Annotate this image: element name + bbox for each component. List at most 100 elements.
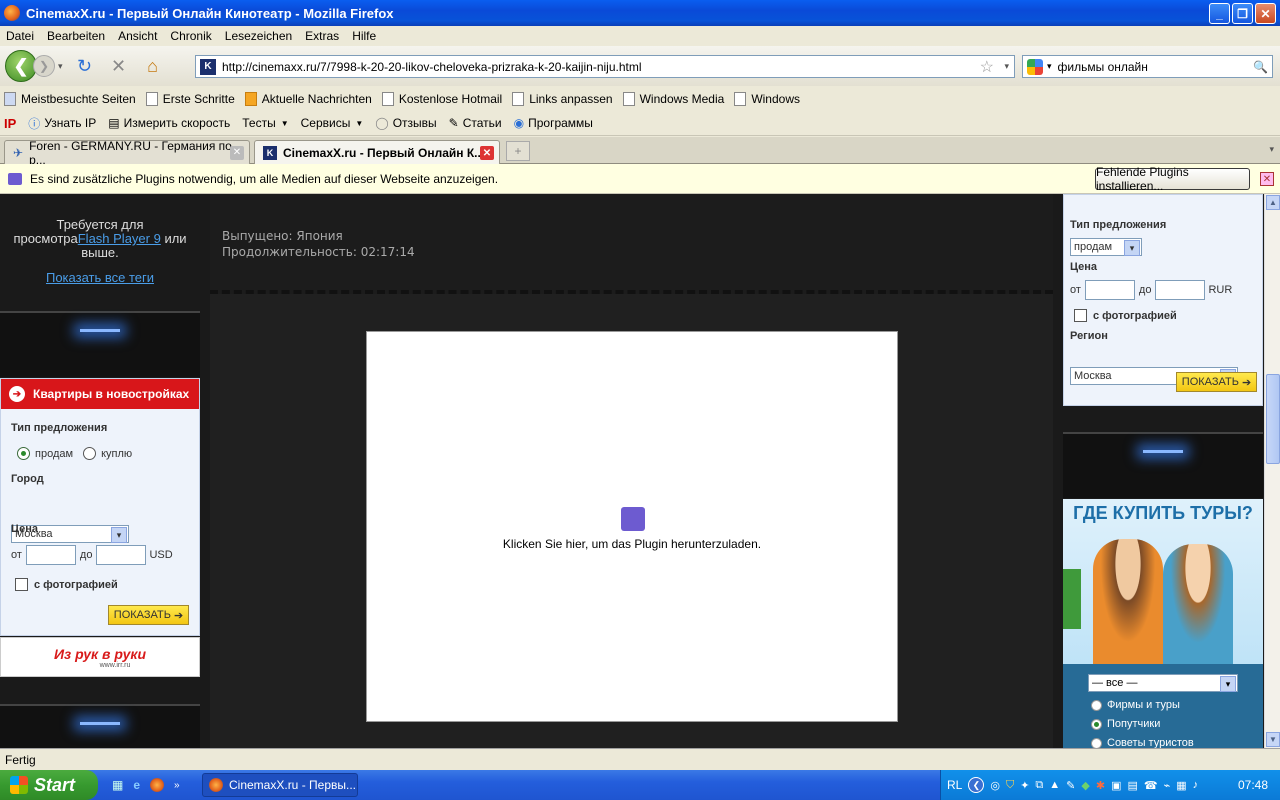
offer-type-select[interactable]: продам [1070, 238, 1142, 256]
shield-icon[interactable]: ⛉ [1006, 779, 1014, 792]
install-plugins-button[interactable]: Fehlende Plugins installieren... [1095, 165, 1250, 193]
tray-app-icon[interactable]: ⌁ [1164, 779, 1171, 792]
tray-app-icon[interactable]: ☎ [1144, 779, 1158, 792]
toolbar-item[interactable]: ⓘ Узнать IP [28, 115, 96, 132]
menu-ansicht[interactable]: Ansicht [118, 29, 157, 43]
status-bar: Fertig [0, 748, 1280, 770]
scroll-up-icon[interactable]: ▲ [1266, 195, 1280, 210]
right-photo-checkbox[interactable] [1074, 309, 1087, 322]
bookmark-item[interactable]: Meistbesuchte Seiten [4, 91, 136, 106]
price-to-input[interactable] [96, 545, 147, 565]
minimize-button[interactable]: _ [1209, 3, 1230, 24]
tab-list-icon[interactable]: ▾ [1269, 144, 1274, 155]
close-button[interactable]: ✕ [1255, 3, 1276, 24]
url-dropdown-icon[interactable]: ▾ [1004, 61, 1009, 72]
menu-bearbeiten[interactable]: Bearbeiten [47, 29, 105, 43]
reload-icon[interactable]: ↻ [73, 54, 97, 78]
tray-app-icon[interactable]: ✦ [1020, 779, 1029, 792]
tray-app-icon[interactable]: ▲ [1049, 779, 1060, 792]
forward-button[interactable]: ❯ [33, 55, 55, 77]
tab-close-icon[interactable]: ✕ [230, 145, 244, 160]
taskbar-firefox-window[interactable]: CinemaxX.ru - Первы... [202, 773, 358, 797]
menu-datei[interactable]: Datei [6, 29, 34, 43]
bookmark-item[interactable]: Kostenlose Hotmail [381, 91, 502, 106]
search-engine-dropdown-icon[interactable]: ▾ [1047, 61, 1052, 72]
firefox-quicklaunch-icon[interactable] [150, 778, 165, 792]
menu-extras[interactable]: Extras [305, 29, 339, 43]
page-scrollbar[interactable]: ▲ ▼ [1264, 194, 1280, 748]
show-desktop-icon[interactable]: ▦ [112, 778, 123, 792]
scrollbar-thumb[interactable] [1266, 374, 1280, 464]
menu-chronik[interactable]: Chronik [170, 29, 211, 43]
tray-app-icon[interactable]: ✎ [1066, 779, 1075, 792]
tray-app-icon[interactable]: ▣ [1111, 779, 1121, 792]
new-tab-button[interactable]: + [506, 141, 530, 161]
toolbar-item[interactable]: Тесты ▼ [242, 116, 288, 130]
bookmark-item[interactable]: Windows Media [622, 91, 724, 106]
show-button[interactable]: ПОКАЗАТЬ ➔ [108, 605, 189, 625]
right-price-from-input[interactable] [1084, 280, 1135, 300]
bookmark-item[interactable]: Windows [734, 91, 800, 106]
price-from-input[interactable] [25, 545, 76, 565]
tray-app-icon[interactable]: ▤ [1127, 779, 1137, 792]
radio-tips[interactable] [1091, 737, 1102, 748]
scroll-down-icon[interactable]: ▼ [1266, 732, 1280, 747]
url-bar[interactable]: K http://cinemaxx.ru/7/7998-k-20-20-liko… [195, 55, 1015, 78]
tab-germany[interactable]: ✈ Foren - GERMANY.RU - Германия по-р... … [4, 139, 250, 167]
network-icon[interactable]: ⧉ [1035, 779, 1043, 792]
show-all-tags-link[interactable]: Показать все теги [0, 270, 200, 285]
volume-icon[interactable]: ♪ [1193, 779, 1199, 792]
tab-close-icon[interactable]: ✕ [480, 146, 494, 160]
bookmark-star-icon[interactable]: ☆ [980, 57, 994, 77]
tray-app-icon[interactable]: ▦ [1176, 779, 1186, 792]
windows-taskbar: Start ▦ e » CinemaxX.ru - Первы... RL ❮ … [0, 770, 1280, 800]
tray-app-icon[interactable]: ✱ [1096, 779, 1105, 792]
toolbar-item[interactable]: ◯ Отзывы [375, 116, 436, 130]
home-icon[interactable]: ⌂ [141, 54, 165, 78]
toolbar-item[interactable]: ▤ Измерить скорость [108, 116, 230, 130]
right-price-to-input[interactable] [1155, 280, 1206, 300]
menu-lesezeichen[interactable]: Lesezeichen [225, 29, 292, 43]
language-indicator[interactable]: RL [947, 778, 962, 792]
plugin-icon [8, 172, 22, 185]
addon-toolbar: IP ⓘ Узнать IP ▤ Измерить скорость Тесты ▼ … [0, 111, 1280, 136]
plugin-placeholder[interactable]: Klicken Sie hier, um das Plugin herunter… [366, 331, 898, 722]
ie-icon[interactable]: e [133, 778, 140, 792]
photo-checkbox[interactable] [15, 578, 28, 591]
plugin-notification-bar: Es sind zusätzliche Plugins notwendig, u… [0, 164, 1280, 194]
tours-ad-banner[interactable]: ГДЕ КУПИТЬ ТУРЫ? [1063, 499, 1263, 664]
right-show-button[interactable]: ПОКАЗАТЬ ➔ [1176, 372, 1257, 392]
radio-companions[interactable] [1091, 718, 1102, 730]
bookmark-item[interactable]: Aktuelle Nachrichten [244, 91, 372, 106]
toolbar-item[interactable]: Сервисы ▼ [301, 116, 364, 130]
web-page: Требуется для просмотраFlash Player 9 ил… [0, 194, 1264, 748]
stop-icon[interactable]: ✕ [107, 54, 131, 78]
radio-buy[interactable] [83, 447, 97, 460]
toolbar-item[interactable]: ✎ Статьи [449, 116, 502, 130]
toolbar-item[interactable]: ◉ Программы [514, 116, 593, 130]
tray-app-icon[interactable]: ◆ [1081, 779, 1089, 792]
google-icon[interactable] [1027, 58, 1043, 75]
more-icon[interactable]: » [174, 780, 180, 791]
maximize-button[interactable]: ❐ [1232, 3, 1253, 24]
menu-hilfe[interactable]: Hilfe [352, 29, 376, 43]
radio-firms[interactable] [1091, 699, 1102, 711]
tab-favicon-icon: K [263, 146, 277, 160]
search-icon[interactable]: 🔍 [1253, 60, 1268, 74]
bookmark-item[interactable]: Erste Schritte [145, 91, 235, 106]
system-tray: RL ❮ ◎ ⛉ ✦ ⧉ ▲ ✎ ◆ ✱ ▣ ▤ ☎ ⌁ ▦ ♪ 07:48 [940, 770, 1280, 800]
page-icon [381, 91, 394, 106]
search-bar[interactable]: ▾ фильмы онлайн 🔍 [1022, 55, 1273, 78]
bookmark-item[interactable]: Links anpassen [512, 91, 613, 106]
tours-select[interactable]: — все — [1088, 674, 1238, 692]
ip-logo[interactable]: IP [4, 116, 16, 131]
notification-close-icon[interactable]: ✕ [1260, 172, 1274, 186]
history-dropdown-icon[interactable]: ▾ [58, 61, 63, 72]
irr-logo[interactable]: Из рук в руки www.irr.ru [0, 637, 200, 677]
tray-app-icon[interactable]: ◎ [990, 779, 1000, 792]
radio-sell[interactable] [17, 447, 30, 460]
flash-player-link[interactable]: Flash Player 9 [78, 231, 161, 246]
tray-expand-icon[interactable]: ❮ [968, 777, 985, 793]
start-button[interactable]: Start [0, 770, 98, 800]
tab-cinemaxx[interactable]: K CinemaxX.ru - Первый Онлайн К... ✕ [254, 140, 500, 165]
